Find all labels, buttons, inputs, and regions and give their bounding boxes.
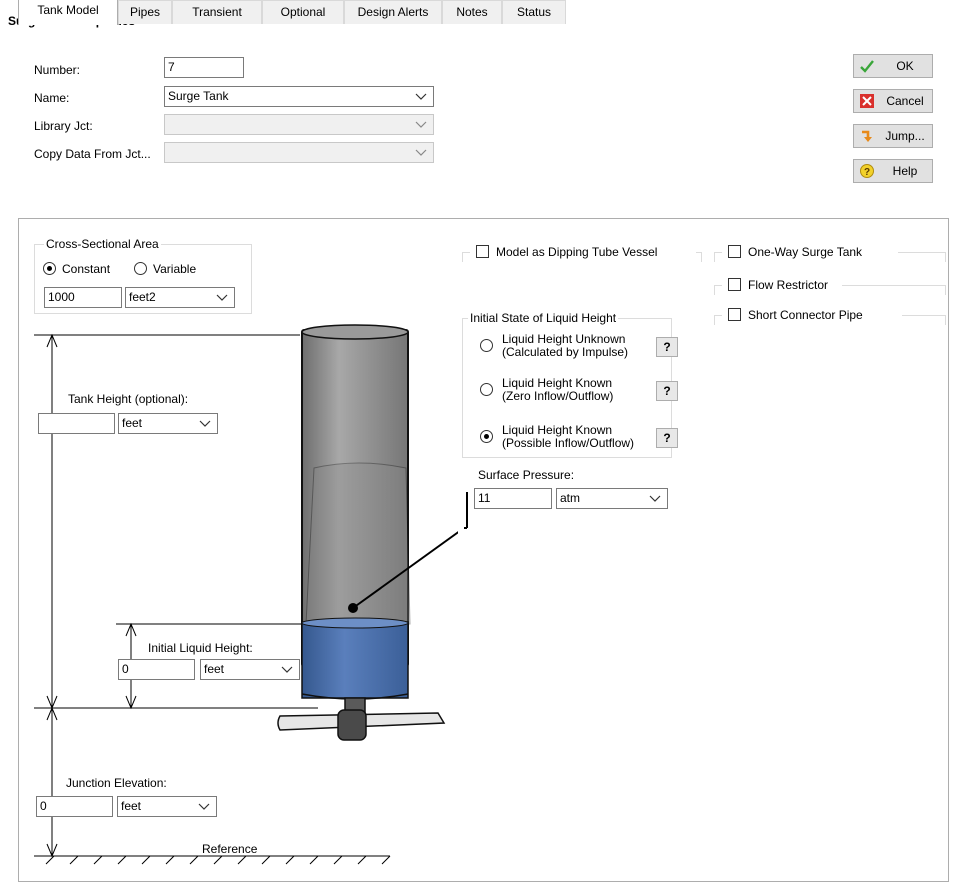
name-value: Surge Tank: [168, 89, 229, 103]
help-unknown-button[interactable]: ?: [656, 337, 678, 357]
dipping-label: Model as Dipping Tube Vessel: [496, 245, 658, 259]
area-unit-combo[interactable]: feet2: [125, 287, 235, 308]
help-known-zero-button[interactable]: ?: [656, 381, 678, 401]
help-known-possible-button[interactable]: ?: [656, 428, 678, 448]
chevron-down-icon: [199, 420, 211, 427]
dipping-checkbox[interactable]: [476, 245, 489, 258]
checkmark-icon: [860, 60, 874, 73]
height-unknown-radio[interactable]: [480, 339, 493, 352]
help-icon: ?: [860, 164, 874, 178]
junction-elevation-label: Junction Elevation:: [66, 776, 167, 790]
area-value-field[interactable]: 1000: [44, 287, 122, 308]
junction-elevation-field[interactable]: 0: [36, 796, 113, 817]
surface-pressure-label: Surface Pressure:: [478, 468, 575, 482]
chevron-down-icon: [415, 149, 427, 156]
initial-liquid-label: Initial Liquid Height:: [148, 641, 253, 655]
junction-elevation-unit-combo[interactable]: feet: [117, 796, 217, 817]
tank-height-unit-value: feet: [122, 416, 143, 430]
short-connector-checkbox[interactable]: [728, 308, 741, 321]
chevron-down-icon: [281, 666, 293, 673]
constant-label: Constant: [62, 262, 111, 276]
tab-tank-model[interactable]: Tank Model: [18, 0, 118, 25]
flow-restrictor-checkbox[interactable]: [728, 278, 741, 291]
copy-data-combo[interactable]: [164, 142, 434, 163]
close-icon: [860, 94, 874, 108]
help-label: Help: [892, 164, 918, 178]
initial-liquid-unit-value: feet: [204, 662, 225, 676]
tab-notes[interactable]: Notes: [442, 0, 502, 24]
help-button[interactable]: ? Help: [853, 159, 933, 183]
one-way-checkbox[interactable]: [728, 245, 741, 258]
tab-pipes[interactable]: Pipes: [118, 0, 172, 24]
chevron-down-icon: [415, 93, 427, 100]
tab-design-alerts[interactable]: Design Alerts: [344, 0, 442, 24]
name-combo[interactable]: Surge Tank: [164, 86, 434, 107]
jump-arrow-icon: [862, 130, 872, 142]
variable-radio[interactable]: [134, 262, 147, 275]
tab-transient[interactable]: Transient: [172, 0, 262, 24]
surface-pressure-unit-value: atm: [560, 491, 581, 505]
number-label: Number:: [34, 63, 81, 77]
initial-liquid-unit-combo[interactable]: feet: [200, 659, 300, 680]
chevron-down-icon: [216, 294, 228, 301]
name-label: Name:: [34, 91, 70, 105]
height-known-possible-radio[interactable]: [480, 430, 493, 443]
cross-section-label: Cross-Sectional Area: [44, 237, 161, 251]
height-known-possible-line2: (Possible Inflow/Outflow): [502, 436, 635, 450]
number-field[interactable]: 7: [164, 57, 244, 78]
initial-state-label: Initial State of Liquid Height: [468, 311, 619, 325]
chevron-down-icon: [198, 803, 210, 810]
jump-label: Jump...: [885, 129, 925, 143]
variable-label: Variable: [153, 262, 197, 276]
short-connector-label: Short Connector Pipe: [748, 308, 863, 322]
surface-pressure-field[interactable]: 11: [474, 488, 552, 509]
area-unit-value: feet2: [129, 290, 156, 304]
copy-data-label: Copy Data From Jct...: [34, 147, 151, 161]
library-label: Library Jct:: [34, 119, 93, 133]
svg-text:?: ?: [864, 167, 870, 178]
chevron-down-icon: [649, 495, 661, 502]
tab-optional[interactable]: Optional: [262, 0, 344, 24]
jump-button[interactable]: Jump...: [853, 124, 933, 148]
height-known-zero-line2: (Zero Inflow/Outflow): [502, 389, 614, 403]
flow-restrictor-label: Flow Restrictor: [748, 278, 829, 292]
ok-label: OK: [896, 59, 914, 73]
surface-pressure-unit-combo[interactable]: atm: [556, 488, 668, 509]
constant-radio[interactable]: [43, 262, 56, 275]
height-unknown-line2: (Calculated by Impulse): [502, 345, 629, 359]
tank-height-field[interactable]: [38, 413, 115, 434]
tab-status[interactable]: Status: [502, 0, 566, 24]
one-way-label: One-Way Surge Tank: [748, 245, 863, 259]
cancel-button[interactable]: Cancel: [853, 89, 933, 113]
tank-height-label: Tank Height (optional):: [68, 392, 189, 406]
height-known-zero-radio[interactable]: [480, 383, 493, 396]
initial-liquid-field[interactable]: 0: [118, 659, 195, 680]
tank-height-unit-combo[interactable]: feet: [118, 413, 218, 434]
reference-label: Reference: [202, 842, 258, 856]
cancel-label: Cancel: [886, 94, 924, 108]
ok-button[interactable]: OK: [853, 54, 933, 78]
junction-elevation-unit-value: feet: [121, 799, 142, 813]
chevron-down-icon: [415, 121, 427, 128]
library-combo[interactable]: [164, 114, 434, 135]
